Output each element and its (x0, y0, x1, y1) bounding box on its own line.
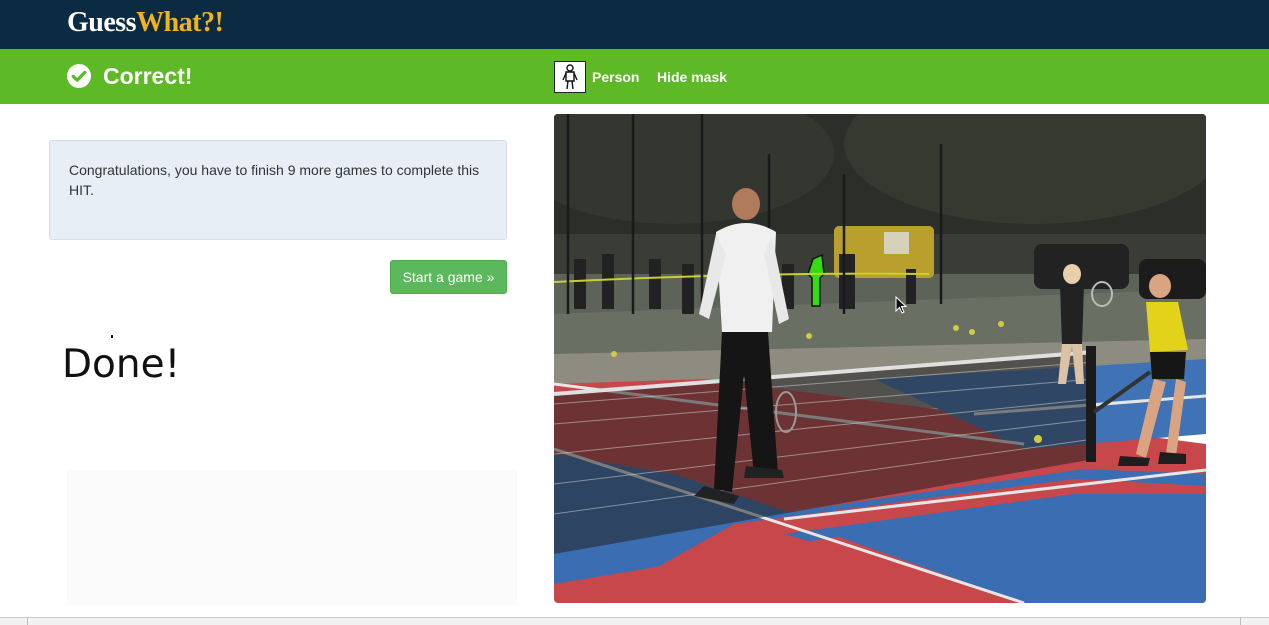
status-text: Correct! (103, 62, 193, 89)
start-game-button[interactable]: Start a game » (390, 260, 507, 294)
top-navbar: GuessWhat?! (0, 0, 1269, 49)
info-message: Congratulations, you have to finish 9 mo… (69, 162, 480, 198)
info-message-box: Congratulations, you have to finish 9 mo… (49, 140, 507, 240)
status-bar: Correct! Person Hide mask (0, 49, 1269, 104)
done-heading: Done! (62, 342, 181, 387)
status-result: Correct! (67, 61, 192, 91)
brand-logo[interactable]: GuessWhat?! (67, 5, 224, 41)
stray-dot (111, 335, 113, 338)
mouse-pointer-icon (895, 295, 908, 319)
person-icon (554, 61, 586, 93)
brand-guess: Guess (67, 7, 137, 38)
check-circle-icon (67, 64, 91, 88)
brand-what: What?! (136, 7, 224, 38)
game-image[interactable] (554, 114, 1206, 603)
hide-mask-link[interactable]: Hide mask (657, 69, 727, 85)
tennis-court-scene (554, 114, 1206, 603)
object-label: Person (592, 69, 640, 85)
empty-panel (67, 470, 517, 605)
